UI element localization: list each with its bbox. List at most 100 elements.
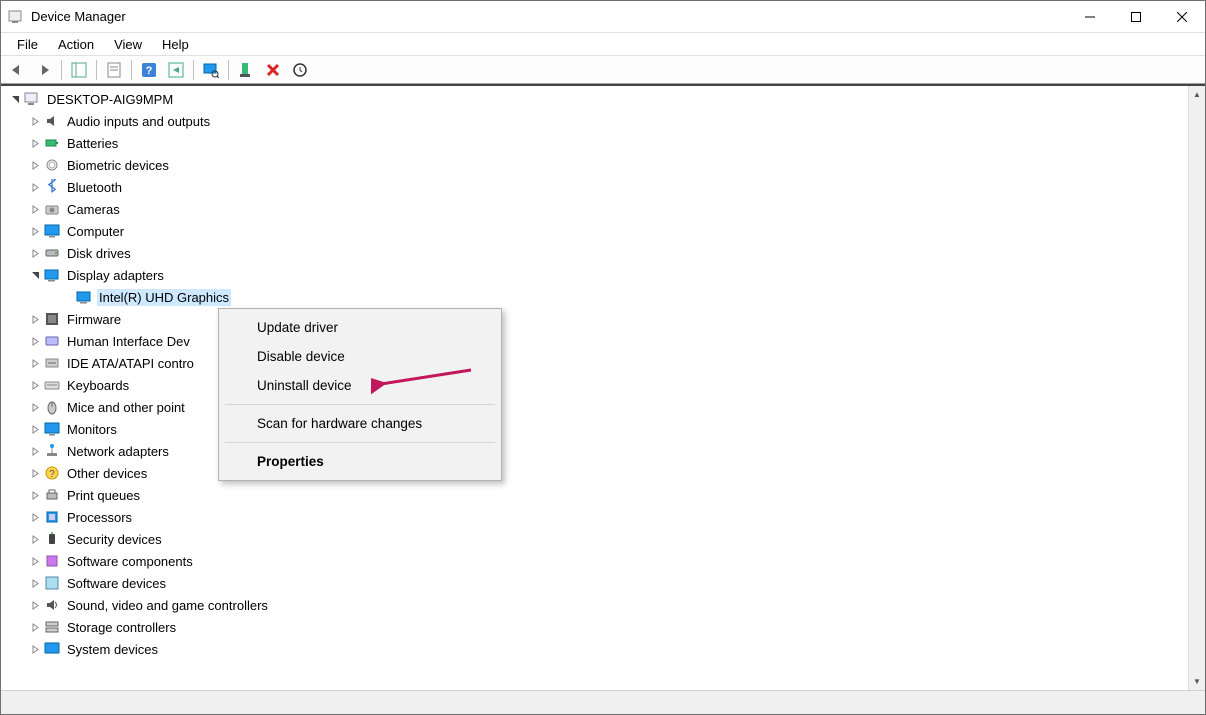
tree-expander[interactable] bbox=[27, 245, 43, 261]
tree-expander[interactable] bbox=[59, 289, 75, 305]
device-tree[interactable]: DESKTOP-AIG9MPMAudio inputs and outputs B… bbox=[1, 86, 1188, 690]
firmware-icon bbox=[43, 310, 61, 328]
tree-expander[interactable] bbox=[27, 223, 43, 239]
disk-icon bbox=[43, 244, 61, 262]
tree-expander[interactable] bbox=[27, 421, 43, 437]
scroll-up-arrow[interactable]: ▲ bbox=[1189, 86, 1205, 103]
scroll-down-arrow[interactable]: ▼ bbox=[1189, 673, 1205, 690]
device-tree-node[interactable]: Software devices bbox=[3, 572, 1188, 594]
tree-expander[interactable] bbox=[27, 641, 43, 657]
device-tree-node[interactable]: Mice and other point bbox=[3, 396, 1188, 418]
tree-expander[interactable] bbox=[27, 575, 43, 591]
device-tree-node[interactable]: Software components bbox=[3, 550, 1188, 572]
tree-expander[interactable] bbox=[27, 597, 43, 613]
tree-label: Computer bbox=[65, 223, 126, 240]
menu-help[interactable]: Help bbox=[154, 35, 197, 54]
context-menu-item[interactable]: Disable device bbox=[219, 342, 501, 371]
tree-expander[interactable] bbox=[27, 113, 43, 129]
tree-label: Sound, video and game controllers bbox=[65, 597, 270, 614]
tree-label: Security devices bbox=[65, 531, 164, 548]
close-button[interactable] bbox=[1159, 1, 1205, 33]
show-hide-tree-button[interactable] bbox=[67, 59, 91, 81]
cycle-button[interactable] bbox=[288, 59, 312, 81]
window-title: Device Manager bbox=[31, 9, 1067, 24]
action-button[interactable] bbox=[164, 59, 188, 81]
menu-file[interactable]: File bbox=[9, 35, 46, 54]
tree-expander[interactable] bbox=[27, 531, 43, 547]
device-tree-node[interactable]: Batteries bbox=[3, 132, 1188, 154]
security-icon bbox=[43, 530, 61, 548]
context-menu-item[interactable]: Scan for hardware changes bbox=[219, 409, 501, 438]
context-menu-item[interactable]: Uninstall device bbox=[219, 371, 501, 400]
software-component-icon bbox=[43, 552, 61, 570]
device-tree-leaf[interactable]: Intel(R) UHD Graphics bbox=[3, 286, 1188, 308]
display-adapter-icon bbox=[75, 288, 93, 306]
maximize-button[interactable] bbox=[1113, 1, 1159, 33]
tree-expander[interactable] bbox=[27, 179, 43, 195]
device-tree-node[interactable]: ?Other devices bbox=[3, 462, 1188, 484]
tree-expander[interactable] bbox=[27, 443, 43, 459]
device-tree-node[interactable]: System devices bbox=[3, 638, 1188, 660]
help-button[interactable]: ? bbox=[137, 59, 161, 81]
device-tree-node[interactable]: DESKTOP-AIG9MPM bbox=[3, 88, 1188, 110]
device-tree-node[interactable]: Sound, video and game controllers bbox=[3, 594, 1188, 616]
device-tree-node[interactable]: Keyboards bbox=[3, 374, 1188, 396]
device-tree-node[interactable]: Processors bbox=[3, 506, 1188, 528]
device-tree-node[interactable]: Human Interface Dev bbox=[3, 330, 1188, 352]
tree-expander[interactable] bbox=[27, 487, 43, 503]
device-tree-node[interactable]: Display adapters bbox=[3, 264, 1188, 286]
device-manager-window: Device Manager File Action View Help ? D… bbox=[0, 0, 1206, 715]
vertical-scrollbar[interactable]: ▲ ▼ bbox=[1188, 86, 1205, 690]
device-tree-node[interactable]: Storage controllers bbox=[3, 616, 1188, 638]
tree-expander[interactable] bbox=[27, 553, 43, 569]
ide-icon bbox=[43, 354, 61, 372]
tree-expander[interactable] bbox=[27, 311, 43, 327]
device-tree-node[interactable]: Print queues bbox=[3, 484, 1188, 506]
tree-expander[interactable] bbox=[27, 201, 43, 217]
device-tree-node[interactable]: Firmware bbox=[3, 308, 1188, 330]
context-menu-item[interactable]: Properties bbox=[219, 447, 501, 476]
tree-expander[interactable] bbox=[27, 377, 43, 393]
device-tree-node[interactable]: IDE ATA/ATAPI contro bbox=[3, 352, 1188, 374]
menu-view[interactable]: View bbox=[106, 35, 150, 54]
tree-label: Storage controllers bbox=[65, 619, 178, 636]
device-tree-node[interactable]: Monitors bbox=[3, 418, 1188, 440]
uninstall-button[interactable] bbox=[261, 59, 285, 81]
menu-action[interactable]: Action bbox=[50, 35, 102, 54]
device-tree-node[interactable]: Network adapters bbox=[3, 440, 1188, 462]
tree-label: Monitors bbox=[65, 421, 119, 438]
device-tree-node[interactable]: Bluetooth bbox=[3, 176, 1188, 198]
add-legacy-button[interactable] bbox=[234, 59, 258, 81]
scan-hardware-button[interactable] bbox=[199, 59, 223, 81]
device-tree-node[interactable]: Disk drives bbox=[3, 242, 1188, 264]
tree-expander[interactable] bbox=[27, 333, 43, 349]
tree-expander[interactable] bbox=[27, 135, 43, 151]
software-device-icon bbox=[43, 574, 61, 592]
device-tree-node[interactable]: Biometric devices bbox=[3, 154, 1188, 176]
minimize-button[interactable] bbox=[1067, 1, 1113, 33]
tree-expander[interactable] bbox=[27, 267, 43, 283]
battery-icon bbox=[43, 134, 61, 152]
tree-label: Batteries bbox=[65, 135, 120, 152]
device-tree-node[interactable]: Audio inputs and outputs bbox=[3, 110, 1188, 132]
toolbar-separator bbox=[193, 60, 194, 80]
statusbar bbox=[1, 690, 1205, 714]
menubar: File Action View Help bbox=[1, 33, 1205, 55]
tree-expander[interactable] bbox=[27, 157, 43, 173]
device-tree-node[interactable]: Security devices bbox=[3, 528, 1188, 550]
context-menu-item[interactable]: Update driver bbox=[219, 313, 501, 342]
back-button[interactable] bbox=[5, 59, 29, 81]
forward-button[interactable] bbox=[32, 59, 56, 81]
tree-expander[interactable] bbox=[7, 91, 23, 107]
tree-expander[interactable] bbox=[27, 619, 43, 635]
other-device-icon: ? bbox=[43, 464, 61, 482]
tree-expander[interactable] bbox=[27, 465, 43, 481]
tree-expander[interactable] bbox=[27, 509, 43, 525]
tree-label: Display adapters bbox=[65, 267, 166, 284]
properties-sheet-button[interactable] bbox=[102, 59, 126, 81]
tree-expander[interactable] bbox=[27, 399, 43, 415]
device-tree-node[interactable]: Computer bbox=[3, 220, 1188, 242]
network-icon bbox=[43, 442, 61, 460]
device-tree-node[interactable]: Cameras bbox=[3, 198, 1188, 220]
tree-expander[interactable] bbox=[27, 355, 43, 371]
